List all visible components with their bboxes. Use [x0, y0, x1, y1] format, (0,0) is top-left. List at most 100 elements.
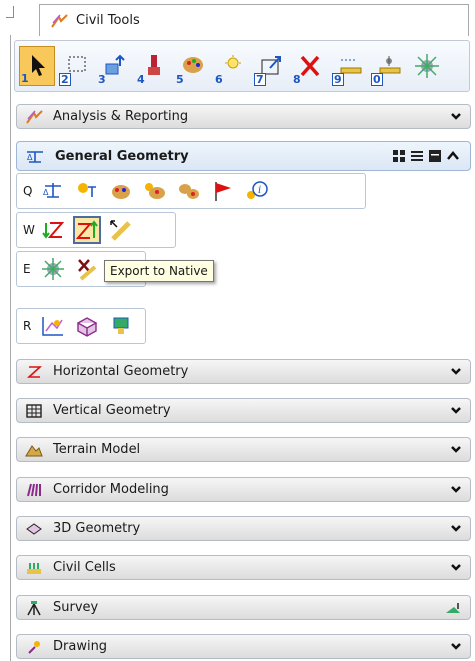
tool-delete[interactable]: 8	[292, 46, 328, 86]
sparkle-tool[interactable]	[39, 255, 67, 283]
corridor-modeling-icon	[27, 483, 41, 496]
section-label: Civil Cells	[53, 560, 116, 575]
tool-number: 1	[21, 72, 29, 85]
info-icon: i	[247, 181, 268, 199]
tool-row-r: R	[16, 308, 146, 344]
section-analysis-reporting[interactable]: Analysis & Reporting	[16, 104, 471, 129]
section-label: General Geometry	[55, 148, 189, 164]
section-label: Vertical Geometry	[53, 403, 171, 418]
section-label: 3D Geometry	[53, 521, 141, 536]
flag-icon	[215, 182, 231, 201]
civil-cells-icon	[27, 562, 41, 574]
flag-tool[interactable]	[209, 177, 237, 205]
row-key: R	[23, 319, 32, 333]
tool-sparkle[interactable]	[409, 46, 445, 86]
tool-utility[interactable]: 0	[370, 46, 406, 86]
section-label: Horizontal Geometry	[53, 364, 189, 379]
palette-tool-c[interactable]	[175, 177, 203, 205]
chevron-down-icon	[451, 407, 461, 414]
grid-view-icon[interactable]	[392, 149, 406, 163]
section-vertical-geometry[interactable]: Vertical Geometry	[16, 398, 471, 423]
tool-select[interactable]: 1	[19, 46, 55, 86]
tool-selection-box[interactable]: 2	[58, 46, 94, 86]
main-toolbar: 1 2 3 4 5 6 7 8 9 0	[14, 40, 470, 92]
chevron-down-icon	[451, 525, 461, 532]
tool-row-w: W	[16, 212, 176, 248]
tool-light[interactable]: 6	[214, 46, 250, 86]
info-tool[interactable]: i	[243, 177, 271, 205]
mesh-tool[interactable]	[73, 312, 101, 340]
section-survey[interactable]: Survey	[16, 595, 471, 620]
chevron-down-icon	[451, 486, 461, 493]
list-view-icon[interactable]	[410, 149, 424, 163]
chevron-down-icon	[451, 643, 461, 650]
chevron-down-icon	[451, 113, 461, 120]
tool-number: 7	[254, 73, 266, 86]
manipulate-icon	[105, 54, 125, 75]
tool-manipulate[interactable]: 3	[97, 46, 133, 86]
tool-paint[interactable]: 4	[136, 46, 172, 86]
tool-palette[interactable]: 5	[175, 46, 211, 86]
civil-tools-icon	[51, 13, 68, 28]
terrain-chart-icon	[42, 317, 63, 336]
corner-mark	[6, 6, 14, 18]
terrain-chart-tool[interactable]	[39, 312, 67, 340]
3d-geometry-icon	[26, 522, 42, 535]
export-to-native-tooltip: Export to Native	[104, 260, 214, 282]
tool-number: 3	[98, 73, 106, 86]
export-geometry-icon	[76, 220, 98, 239]
section-label: Analysis & Reporting	[53, 109, 189, 124]
row-key: E	[23, 262, 31, 276]
balance-tool[interactable]: Δ	[39, 177, 67, 205]
survey-settings-icon[interactable]	[444, 601, 462, 615]
palette-tool-b[interactable]	[141, 177, 169, 205]
tool-number: 5	[176, 73, 184, 86]
chevron-up-icon[interactable]	[446, 149, 460, 163]
select-arrow-icon	[32, 55, 45, 76]
tool-scale[interactable]: 7	[253, 46, 289, 86]
tool-number: 0	[371, 73, 383, 86]
terrain-model-icon	[25, 444, 43, 456]
balance-icon: Δ	[43, 183, 61, 198]
export-to-native-tool[interactable]	[73, 216, 101, 244]
section-civil-cells[interactable]: Civil Cells	[16, 555, 471, 580]
ruler-tool[interactable]	[107, 216, 135, 244]
delete-x-icon	[300, 55, 320, 77]
palette-icon	[183, 57, 203, 73]
analysis-icon	[26, 109, 43, 124]
section-drawing[interactable]: Drawing	[16, 634, 471, 659]
drawing-icon	[28, 640, 40, 654]
tool-number: 2	[59, 73, 71, 86]
row-key: W	[23, 223, 35, 237]
svg-text:Δ: Δ	[27, 153, 33, 162]
chevron-down-icon	[451, 446, 461, 453]
chevron-down-icon	[451, 368, 461, 375]
panel-title-tab[interactable]: Civil Tools	[39, 4, 469, 36]
view-mode-tools	[392, 149, 460, 163]
svg-text:i: i	[258, 185, 261, 196]
detail-view-icon[interactable]	[428, 149, 442, 163]
profile-tool[interactable]	[107, 312, 135, 340]
palettes-icon	[179, 184, 199, 199]
section-3d-geometry[interactable]: 3D Geometry	[16, 516, 471, 541]
paint-icon	[148, 55, 160, 75]
palette-tool-a[interactable]	[107, 177, 135, 205]
tool-number: 4	[137, 73, 145, 86]
section-label: Terrain Model	[53, 442, 141, 457]
palette-icon	[112, 185, 130, 199]
sparkle-icon	[415, 54, 439, 78]
section-corridor-modeling[interactable]: Corridor Modeling	[16, 477, 471, 502]
import-geometry-tool[interactable]	[39, 216, 67, 244]
section-horizontal-geometry[interactable]: Horizontal Geometry	[16, 359, 471, 384]
tool-measure[interactable]: 9	[331, 46, 367, 86]
balance-star-tool[interactable]	[73, 177, 101, 205]
import-geometry-icon	[42, 222, 64, 239]
section-general-geometry[interactable]: Δ General Geometry	[16, 141, 471, 171]
section-terrain-model[interactable]: Terrain Model	[16, 437, 471, 462]
mesh-icon	[76, 317, 98, 337]
row-key: Q	[23, 184, 33, 198]
survey-tripod-icon	[27, 600, 41, 615]
tool-number: 9	[332, 73, 344, 86]
cut-tool[interactable]	[73, 255, 101, 283]
section-label: Survey	[53, 600, 99, 615]
